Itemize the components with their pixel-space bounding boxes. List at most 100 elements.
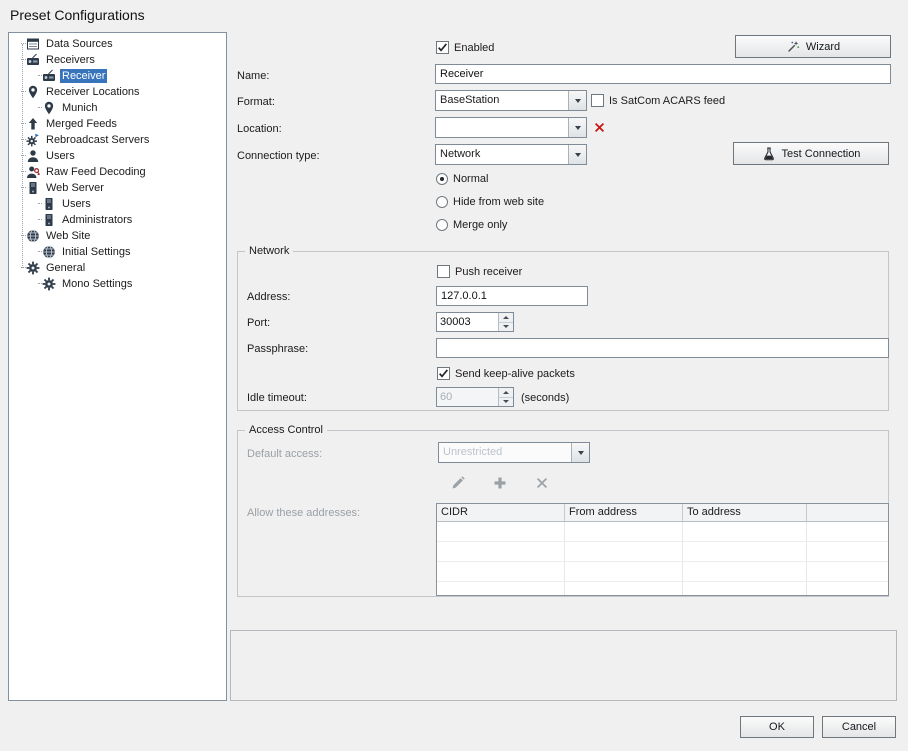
spin-up-button[interactable] [499, 313, 513, 323]
configuration-tree[interactable]: Data Sources Receivers Receiver Receiver… [8, 32, 227, 701]
spin-down-button[interactable] [499, 323, 513, 332]
initial-settings-icon [42, 245, 57, 259]
column-header-cidr[interactable]: CIDR [437, 504, 565, 521]
receiver-icon [42, 69, 57, 83]
window-title: Preset Configurations [10, 7, 145, 23]
spin-up-button[interactable] [499, 388, 513, 398]
merged-feeds-icon [26, 117, 41, 131]
web-site-icon [26, 229, 41, 243]
dropdown-arrow-icon[interactable] [568, 145, 586, 164]
allow-addresses-table[interactable]: CIDR From address To address [436, 503, 889, 596]
wizard-wand-icon [786, 40, 800, 54]
tree-item-initial-settings[interactable]: Initial Settings [9, 244, 226, 260]
enabled-checkbox[interactable]: Enabled [436, 40, 494, 55]
location-pin-icon [42, 101, 57, 115]
tree-item-raw-feed-decoding[interactable]: Raw Feed Decoding [9, 164, 226, 180]
radio-dot [436, 219, 448, 231]
tree-item-web-server-administrators[interactable]: Administrators [9, 212, 226, 228]
add-address-button[interactable] [490, 473, 510, 493]
column-header-to-address[interactable]: To address [683, 504, 807, 521]
checkbox-box [437, 265, 450, 278]
preset-configurations-window: Preset Configurations Data Sources Recei… [0, 0, 908, 751]
access-control-group-title: Access Control [245, 423, 327, 437]
tree-item-receiver-locations[interactable]: Receiver Locations [9, 84, 226, 100]
edit-address-button[interactable] [448, 473, 468, 493]
column-header-from-address[interactable]: From address [565, 504, 683, 521]
format-select[interactable]: BaseStation [435, 90, 587, 111]
cancel-button[interactable]: Cancel [822, 716, 896, 738]
access-control-groupbox: Access Control Default access: Unrestric… [237, 430, 889, 597]
ok-button[interactable]: OK [740, 716, 814, 738]
tree-item-web-server[interactable]: Web Server [9, 180, 226, 196]
network-groupbox: Network Push receiver Address: Port: Pas… [237, 251, 889, 411]
passphrase-label: Passphrase: [247, 342, 308, 356]
keep-alive-checkbox[interactable]: Send keep-alive packets [437, 366, 575, 381]
delete-address-button[interactable] [532, 473, 552, 493]
mono-settings-icon [42, 277, 57, 291]
location-select[interactable] [435, 117, 587, 138]
tree-item-rebroadcast-servers[interactable]: Rebroadcast Servers [9, 132, 226, 148]
wizard-button[interactable]: Wizard [735, 35, 891, 58]
radio-hide-from-web-site[interactable]: Hide from web site [436, 195, 544, 209]
port-label: Port: [247, 316, 270, 330]
address-label: Address: [247, 290, 290, 304]
server-administrators-icon [42, 213, 57, 227]
idle-timeout-stepper[interactable] [436, 387, 514, 407]
data-sources-icon [26, 37, 41, 51]
passphrase-input[interactable] [436, 338, 889, 358]
tree-item-receivers[interactable]: Receivers [9, 52, 226, 68]
port-stepper[interactable] [436, 312, 514, 332]
address-input[interactable] [436, 286, 588, 306]
table-header-row: CIDR From address To address [437, 504, 888, 522]
tree-item-merged-feeds[interactable]: Merged Feeds [9, 116, 226, 132]
tree-item-receiver[interactable]: Receiver [9, 68, 226, 84]
dropdown-arrow-icon[interactable] [568, 118, 586, 137]
table-row [437, 542, 888, 562]
idle-timeout-input[interactable] [437, 388, 498, 406]
flask-icon [762, 147, 776, 161]
receivers-icon [26, 53, 41, 67]
dropdown-arrow-icon[interactable] [568, 91, 586, 110]
tree-item-general[interactable]: General [9, 260, 226, 276]
tree-rail [22, 44, 23, 268]
format-label: Format: [237, 95, 275, 109]
location-label: Location: [237, 122, 282, 136]
push-receiver-checkbox[interactable]: Push receiver [437, 264, 522, 279]
location-pin-icon [26, 85, 41, 99]
dropdown-arrow-icon[interactable] [571, 443, 589, 462]
default-access-select[interactable]: Unrestricted [438, 442, 590, 463]
tree-item-users[interactable]: Users [9, 148, 226, 164]
enabled-label: Enabled [454, 42, 494, 54]
tree-item-data-sources[interactable]: Data Sources [9, 36, 226, 52]
network-group-title: Network [245, 244, 293, 258]
web-server-icon [26, 181, 41, 195]
delete-x-icon [534, 475, 550, 491]
server-users-icon [42, 197, 57, 211]
checkbox-box [437, 367, 450, 380]
allow-addresses-label: Allow these addresses: [247, 506, 360, 520]
tree-item-munich[interactable]: Munich [9, 100, 226, 116]
port-input[interactable] [437, 313, 498, 331]
column-header-empty [807, 504, 888, 521]
satcom-acars-checkbox[interactable]: Is SatCom ACARS feed [591, 93, 725, 108]
radio-merge-only[interactable]: Merge only [436, 218, 507, 232]
idle-timeout-units-label: (seconds) [521, 391, 569, 405]
name-input[interactable] [435, 64, 891, 84]
location-error-icon [593, 121, 606, 134]
raw-feed-decoding-icon [26, 165, 41, 179]
rebroadcast-servers-icon [26, 133, 41, 147]
tree-item-web-site[interactable]: Web Site [9, 228, 226, 244]
test-connection-button[interactable]: Test Connection [733, 142, 889, 165]
tree-item-web-server-users[interactable]: Users [9, 196, 226, 212]
tree-item-mono-settings[interactable]: Mono Settings [9, 276, 226, 292]
pencil-icon [450, 475, 466, 491]
radio-dot [436, 173, 448, 185]
satcom-acars-label: Is SatCom ACARS feed [609, 95, 725, 107]
idle-timeout-label: Idle timeout: [247, 391, 307, 405]
spin-down-button[interactable] [499, 398, 513, 407]
radio-normal[interactable]: Normal [436, 172, 488, 186]
plus-icon [492, 475, 508, 491]
connection-type-select[interactable]: Network [435, 144, 587, 165]
radio-dot [436, 196, 448, 208]
general-icon [26, 261, 41, 275]
